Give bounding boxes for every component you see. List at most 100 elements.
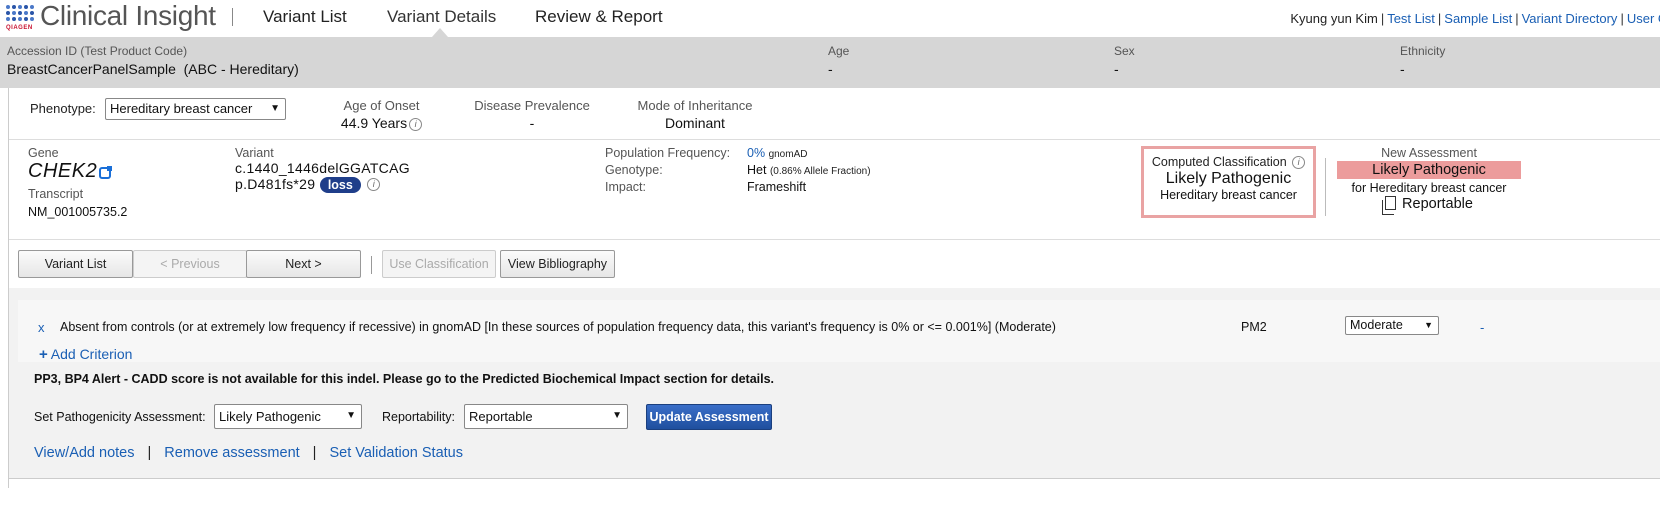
tab-variant-list[interactable]: Variant List — [263, 7, 347, 27]
tab-variant-details[interactable]: Variant Details — [387, 7, 496, 27]
phenotype-row: Phenotype: Hereditary breast cancer ▼ Ag… — [9, 88, 1660, 140]
chevron-down-icon: ▼ — [270, 103, 280, 114]
computed-value: Likely Pathogenic — [1165, 170, 1292, 188]
computed-classification: Computed Classification i Likely Pathoge… — [1141, 146, 1316, 218]
ethnicity-label: Ethnicity — [1400, 44, 1446, 58]
info-icon[interactable]: i — [367, 178, 381, 192]
variant-label: Variant — [235, 146, 274, 160]
genotype-detail: (0.86% Allele Fraction) — [769, 166, 871, 177]
prevalence-value: - — [529, 115, 535, 131]
view-add-notes-link[interactable]: View/Add notes — [34, 445, 135, 461]
reportability-select[interactable]: Reportable ▼ — [464, 404, 628, 429]
criterion-text: Absent from controls (or at extremely lo… — [60, 320, 1056, 334]
divider — [1325, 158, 1326, 216]
active-tab-indicator — [432, 28, 448, 37]
variant-block: Variant c.1440_1446delGGATCAG p.D481fs*2… — [235, 146, 410, 194]
pop-freq-source: gnomAD — [768, 149, 808, 160]
chevron-down-icon: ▼ — [612, 410, 622, 421]
phenotype-select[interactable]: Hereditary breast cancer ▼ — [105, 98, 286, 120]
remove-assessment-link[interactable]: Remove assessment — [164, 445, 299, 461]
view-bibliography-button[interactable]: View Bibliography — [500, 250, 615, 278]
disease-prevalence: Disease Prevalence - — [472, 98, 592, 131]
gene-name[interactable]: CHEK2 — [28, 160, 97, 182]
use-classification-button[interactable]: Use Classification — [382, 250, 496, 278]
variant-panel: Phenotype: Hereditary breast cancer ▼ Ag… — [8, 88, 1660, 288]
age-field: Age - — [828, 44, 849, 77]
user-links: Kyung yun Kim | Test List | Sample List | Vari… — [1290, 11, 1660, 26]
new-assessment: New Assessment Likely Pathogenic for Her… — [1337, 146, 1521, 215]
age-onset-value: 44.9 Years — [340, 115, 408, 131]
sex-label: Sex — [1114, 44, 1135, 58]
impact-label: Impact: — [605, 180, 646, 194]
genotype-value: Het (0.86% Allele Fraction) — [747, 163, 871, 177]
top-nav: QIAGEN Clinical Insight Variant List Var… — [0, 0, 1660, 38]
accession-value: BreastCancerPanelSample (ABC - Hereditar… — [7, 61, 299, 77]
link-test-list[interactable]: Test List — [1387, 11, 1435, 26]
phenotype-selected: Hereditary breast cancer — [110, 101, 253, 116]
app-title: Clinical Insight — [40, 0, 216, 31]
new-assessment-for: for Hereditary breast cancer — [1351, 181, 1507, 195]
qiagen-logo: QIAGEN — [6, 3, 38, 33]
phenotype-label: Phenotype: — [30, 101, 96, 116]
link-user-guide[interactable]: User G — [1627, 11, 1660, 26]
next-button[interactable]: Next > — [246, 250, 361, 278]
info-icon[interactable]: i — [409, 117, 423, 131]
pop-freq-value: 0% gnomAD — [747, 146, 807, 160]
transcript-label: Transcript — [28, 187, 84, 201]
add-criterion-link[interactable]: + Add Criterion — [39, 346, 132, 363]
prevalence-label: Disease Prevalence — [474, 98, 590, 113]
set-validation-status-link[interactable]: Set Validation Status — [329, 445, 463, 461]
pop-freq-label: Population Frequency: — [605, 146, 731, 160]
cadd-alert: PP3, BP4 Alert - CADD score is not avail… — [34, 372, 775, 386]
chevron-down-icon: ▼ — [1424, 320, 1433, 330]
assessment-links: View/Add notes | Remove assessment | Set Val… — [34, 445, 463, 461]
transcript-value: NM_001005735.2 — [28, 205, 128, 219]
pop-freq-link[interactable]: 0% — [747, 146, 765, 160]
add-criterion-label: Add Criterion — [50, 346, 133, 362]
link-sample-list[interactable]: Sample List — [1444, 11, 1512, 26]
age-onset-label: Age of Onset — [343, 98, 420, 113]
protein-change: p.D481fs*29 — [235, 176, 316, 192]
age-value: - — [828, 61, 833, 77]
inheritance-label: Mode of Inheritance — [637, 98, 753, 113]
criterion-strength-select[interactable]: Moderate ▼ — [1345, 316, 1439, 335]
criterion-strength-value: Moderate — [1350, 318, 1403, 332]
pathogenicity-select[interactable]: Likely Pathogenic ▼ — [214, 404, 362, 429]
sex-field: Sex - — [1114, 44, 1135, 77]
next-section-edge — [8, 478, 1660, 488]
sample-header: Accession ID (Test Product Code) BreastC… — [0, 37, 1660, 88]
button-divider — [371, 256, 372, 274]
tab-review-report[interactable]: Review & Report — [535, 7, 663, 27]
new-assessment-value: Likely Pathogenic — [1337, 161, 1521, 179]
sex-value: - — [1114, 61, 1119, 77]
ethnicity-value: - — [1400, 61, 1405, 77]
variant-list-button[interactable]: Variant List — [18, 250, 133, 278]
document-icon — [1382, 196, 1397, 215]
variant-row: Gene CHEK2 Transcript NM_001005735.2 Var… — [9, 140, 1660, 240]
update-assessment-button[interactable]: Update Assessment — [646, 404, 772, 430]
cdna-change: c.1440_1446delGGATCAG — [235, 160, 410, 176]
criterion-row: x Absent from controls (or at extremely … — [18, 300, 1660, 363]
user-name: Kyung yun Kim — [1290, 11, 1378, 26]
computed-label: Computed Classification — [1151, 155, 1287, 169]
inheritance-value: Dominant — [665, 115, 725, 131]
ethnicity-field: Ethnicity - — [1400, 44, 1445, 77]
criterion-extra-link[interactable]: - — [1480, 320, 1484, 335]
reportability-value: Reportable — [469, 409, 533, 424]
remove-criterion-button[interactable]: x — [38, 320, 45, 335]
impact-value: Frameshift — [747, 180, 807, 194]
chevron-down-icon: ▼ — [346, 410, 356, 421]
accession-field: Accession ID (Test Product Code) BreastC… — [7, 44, 299, 77]
age-label: Age — [828, 44, 850, 58]
logo-text: QIAGEN — [6, 25, 33, 31]
previous-button[interactable]: < Previous — [133, 250, 247, 278]
criteria-section: x Absent from controls (or at extremely … — [8, 288, 1660, 478]
new-assessment-label: New Assessment — [1381, 146, 1477, 160]
mode-of-inheritance: Mode of Inheritance Dominant — [634, 98, 756, 131]
external-link-icon[interactable] — [99, 165, 113, 179]
info-icon[interactable]: i — [1292, 156, 1306, 170]
link-variant-directory[interactable]: Variant Directory — [1522, 11, 1618, 26]
gene-label: Gene — [28, 146, 59, 160]
accession-label: Accession ID (Test Product Code) — [7, 44, 188, 58]
computed-sub: Hereditary breast cancer — [1160, 188, 1297, 203]
